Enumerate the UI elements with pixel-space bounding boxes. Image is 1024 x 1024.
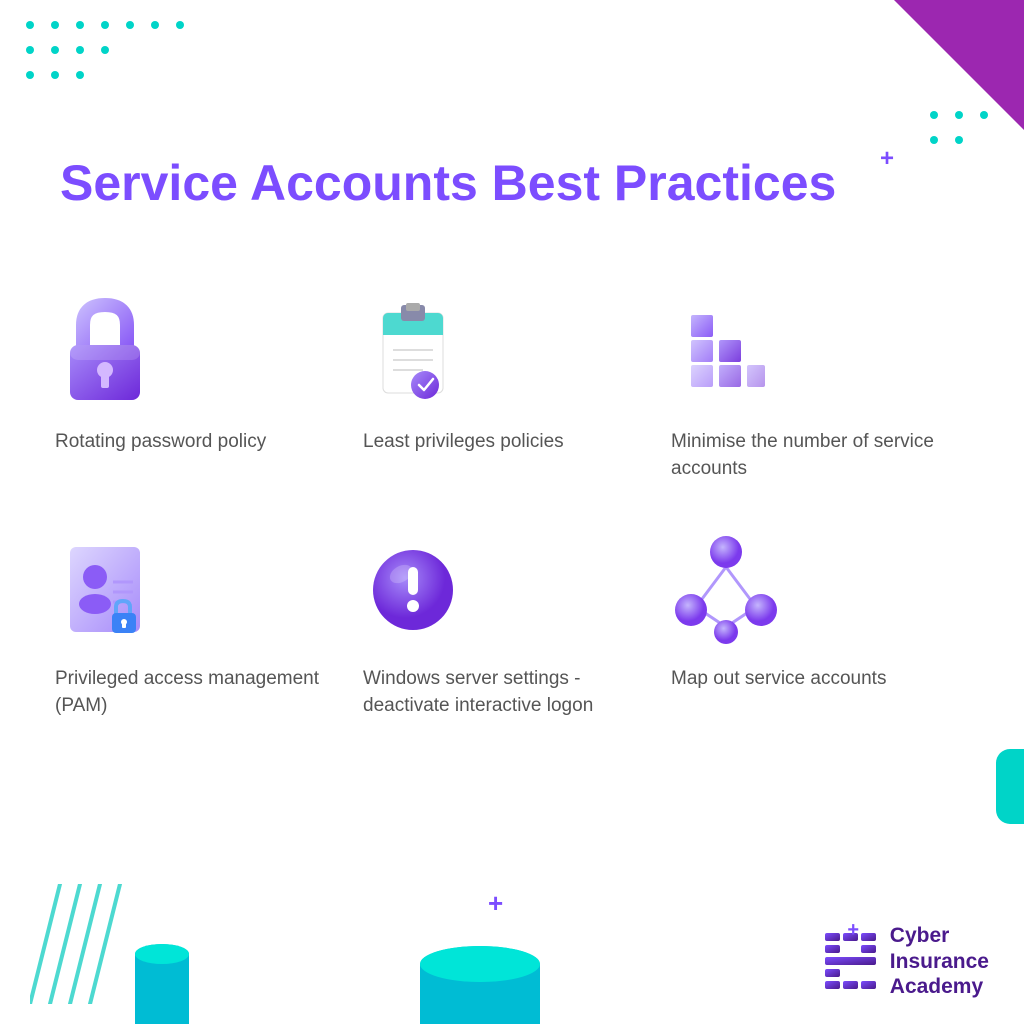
dots-top-right — [924, 105, 1004, 155]
card-label-pam: Privileged access management (PAM) — [55, 666, 353, 719]
deco-teal-pill — [996, 749, 1024, 824]
lock-icon — [55, 295, 165, 415]
logo-text-line1: Cyber — [890, 923, 989, 948]
id-lock-icon — [55, 532, 165, 652]
deco-cylinder-center — [420, 944, 540, 1024]
plus-bottom-center: + — [488, 888, 503, 919]
card-label-minimise-accounts: Minimise the number of service accounts — [671, 429, 969, 482]
card-rotating-password: Rotating password policy — [55, 295, 353, 482]
cards-grid: Rotating password policy — [55, 295, 969, 719]
network-icon — [671, 532, 781, 652]
plus-logo: + — [847, 919, 859, 942]
card-minimise-accounts: Minimise the number of service accounts — [671, 295, 969, 482]
clipboard-icon — [363, 295, 473, 415]
card-pam: Privileged access management (PAM) — [55, 532, 353, 719]
page-title: Service Accounts Best Practices — [60, 155, 864, 213]
card-label-map-accounts: Map out service accounts — [671, 666, 886, 693]
logo-text-line3: Academy — [890, 974, 989, 999]
card-map-accounts: Map out service accounts — [671, 532, 969, 719]
blocks-icon — [671, 295, 781, 415]
card-label-rotating-password: Rotating password policy — [55, 429, 266, 456]
deco-diagonal-lines — [30, 884, 130, 1004]
alert-circle-icon — [363, 532, 473, 652]
dots-top-left — [10, 10, 210, 90]
card-label-least-privileges: Least privileges policies — [363, 429, 564, 456]
plus-title: + — [880, 145, 894, 173]
card-label-windows-server: Windows server settings - deactivate int… — [363, 666, 661, 719]
logo-text-line2: Insurance — [890, 949, 989, 974]
card-windows-server: Windows server settings - deactivate int… — [363, 532, 661, 719]
logo-text: Cyber Insurance Academy — [890, 923, 989, 999]
deco-cylinder-left — [135, 934, 190, 1024]
card-least-privileges: Least privileges policies — [363, 295, 661, 482]
